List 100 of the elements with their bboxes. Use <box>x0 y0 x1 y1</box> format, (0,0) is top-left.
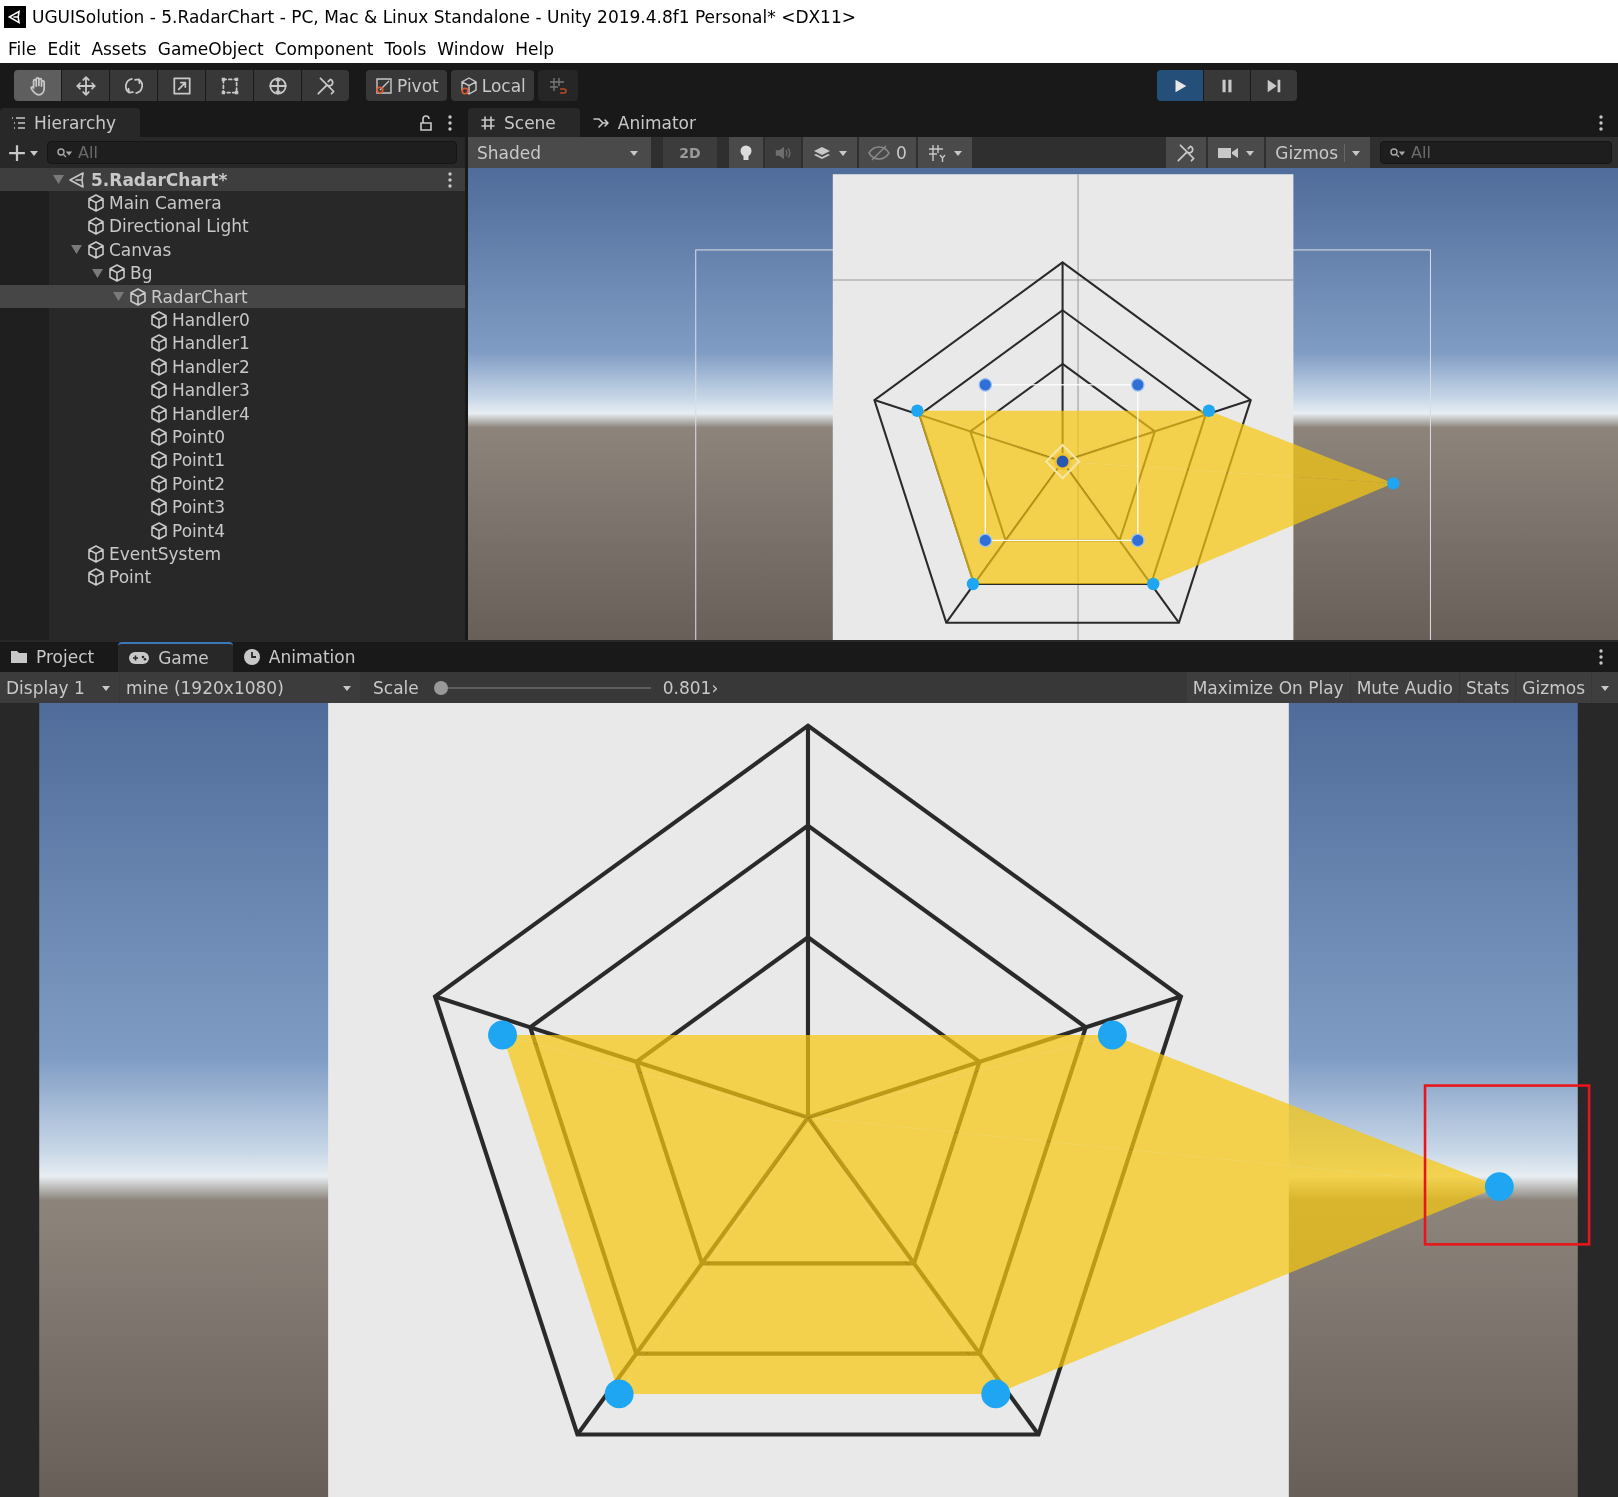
audio-toggle[interactable] <box>765 137 801 168</box>
handle-dot[interactable] <box>1131 533 1145 548</box>
handle-dot[interactable] <box>1131 377 1145 392</box>
cube-icon <box>128 286 148 307</box>
item-label: Handler2 <box>172 356 250 377</box>
hierarchy-item[interactable]: Handler0 <box>0 308 465 332</box>
tool-button[interactable] <box>110 70 157 101</box>
search-field[interactable]: All <box>47 141 457 164</box>
scene-tools-button[interactable] <box>1166 137 1207 168</box>
hidden-count: 0 <box>896 142 907 163</box>
point-dot[interactable] <box>604 1379 634 1409</box>
hierarchy-item[interactable]: Point2 <box>0 472 465 496</box>
panel-tab[interactable]: Animator <box>579 108 720 137</box>
menu-item[interactable]: Tools <box>380 36 434 61</box>
item-label: Bg <box>130 263 153 284</box>
gizmos-dropdown[interactable]: Gizmos <box>1266 137 1370 168</box>
tool-button[interactable] <box>62 70 109 101</box>
search-input[interactable]: All <box>78 143 278 162</box>
cube-icon <box>149 520 169 541</box>
view-option-button[interactable]: Stats <box>1459 672 1516 703</box>
tool-button[interactable] <box>254 70 301 101</box>
lighting-toggle[interactable] <box>729 137 763 168</box>
hierarchy-item[interactable]: Handler4 <box>0 401 465 426</box>
hierarchy-item[interactable]: Handler2 <box>0 355 465 379</box>
hierarchy-item[interactable]: Point1 <box>0 448 465 473</box>
tool-button[interactable] <box>302 70 349 101</box>
item-label: RadarChart <box>151 286 248 307</box>
point-dot[interactable] <box>1202 404 1216 417</box>
view-option-button[interactable]: Mute Audio <box>1350 672 1459 703</box>
point-dot[interactable] <box>1387 477 1400 490</box>
local-button[interactable]: Local <box>450 70 534 101</box>
hierarchy-item[interactable]: EventSystem <box>0 542 465 566</box>
hierarchy-tab[interactable]: Hierarchy <box>0 108 141 137</box>
cube-icon <box>149 473 169 494</box>
grid-dropdown[interactable] <box>917 137 972 168</box>
handle-dot[interactable] <box>978 533 993 548</box>
expand-arrow-icon[interactable] <box>52 174 65 186</box>
hierarchy-item[interactable]: Canvas <box>0 238 465 262</box>
item-label: Directional Light <box>109 216 249 237</box>
search-input[interactable]: All <box>1411 143 1611 162</box>
cube-icon <box>86 543 106 564</box>
display-dropdown[interactable]: Display 1 <box>0 672 119 703</box>
hierarchy-item[interactable]: Directional Light <box>0 214 465 239</box>
slider-thumb[interactable] <box>433 680 448 695</box>
hierarchy-item[interactable]: Point4 <box>0 518 465 543</box>
point-dot[interactable] <box>1484 1172 1514 1202</box>
tool-button[interactable] <box>158 70 205 101</box>
cube-icon <box>149 403 169 424</box>
menu-item[interactable]: Edit <box>43 36 88 61</box>
view-option-button[interactable]: Maximize On Play <box>1186 672 1350 703</box>
point-dot[interactable] <box>911 404 924 417</box>
menu-item[interactable]: File <box>4 36 44 61</box>
pivot-button[interactable]: Pivot <box>366 70 447 101</box>
expand-arrow-icon[interactable] <box>91 267 104 279</box>
point-dot[interactable] <box>488 1020 517 1050</box>
hierarchy-item[interactable]: Point <box>0 565 465 590</box>
shading-dropdown[interactable]: Shaded <box>468 137 651 168</box>
hierarchy-item[interactable]: Point0 <box>0 425 465 449</box>
point-dot[interactable] <box>981 1379 1011 1409</box>
effects-dropdown[interactable] <box>803 137 857 168</box>
move-icon <box>74 74 97 97</box>
search-field[interactable]: All <box>1380 141 1612 164</box>
panel-tab[interactable]: Animation <box>232 642 380 672</box>
gizmos-menu-button[interactable] <box>1592 672 1618 703</box>
menu-item[interactable]: Component <box>270 36 381 61</box>
play-button[interactable] <box>1156 70 1203 101</box>
pause-button[interactable] <box>1203 70 1250 101</box>
panel-tab[interactable]: Project <box>0 642 119 672</box>
tool-button[interactable] <box>14 70 61 101</box>
hierarchy-item[interactable]: 5.RadarChart* <box>0 168 465 192</box>
snap-button[interactable] <box>537 70 578 101</box>
hierarchy-item[interactable]: Bg <box>0 261 465 285</box>
hierarchy-item[interactable]: Main Camera <box>0 191 465 215</box>
camera-dropdown[interactable] <box>1208 137 1265 168</box>
point-dot[interactable] <box>966 577 980 591</box>
menu-item[interactable]: GameObject <box>153 36 271 61</box>
2d-toggle[interactable]: 2D <box>663 137 717 168</box>
hierarchy-item[interactable]: Point3 <box>0 495 465 519</box>
expand-arrow-icon[interactable] <box>70 244 83 256</box>
add-button[interactable] <box>8 143 39 162</box>
resolution-dropdown[interactable]: mine (1920x1080) <box>120 672 360 703</box>
hierarchy-item[interactable]: RadarChart <box>0 284 465 309</box>
menu-item[interactable]: Window <box>433 36 512 61</box>
point-dot[interactable] <box>1097 1020 1127 1050</box>
point-dot[interactable] <box>1147 577 1160 591</box>
view-option-button[interactable]: Gizmos <box>1516 672 1591 703</box>
pivot-gizmo-icon[interactable] <box>1044 443 1081 480</box>
handle-dot[interactable] <box>978 377 993 392</box>
hierarchy-item[interactable]: Handler1 <box>0 331 465 356</box>
grid-icon <box>926 142 947 163</box>
panel-tab[interactable]: Game <box>118 642 233 672</box>
step-button[interactable] <box>1250 70 1297 101</box>
panel-tab[interactable]: Scene <box>468 108 580 137</box>
menu-item[interactable]: Assets <box>87 36 154 61</box>
tool-button[interactable] <box>206 70 253 101</box>
hidden-objects-toggle[interactable]: 0 <box>859 137 916 168</box>
menu-item[interactable]: Help <box>511 36 562 61</box>
item-label: Point2 <box>172 473 226 494</box>
hierarchy-item[interactable]: Handler3 <box>0 378 465 402</box>
more-icon <box>447 170 453 189</box>
